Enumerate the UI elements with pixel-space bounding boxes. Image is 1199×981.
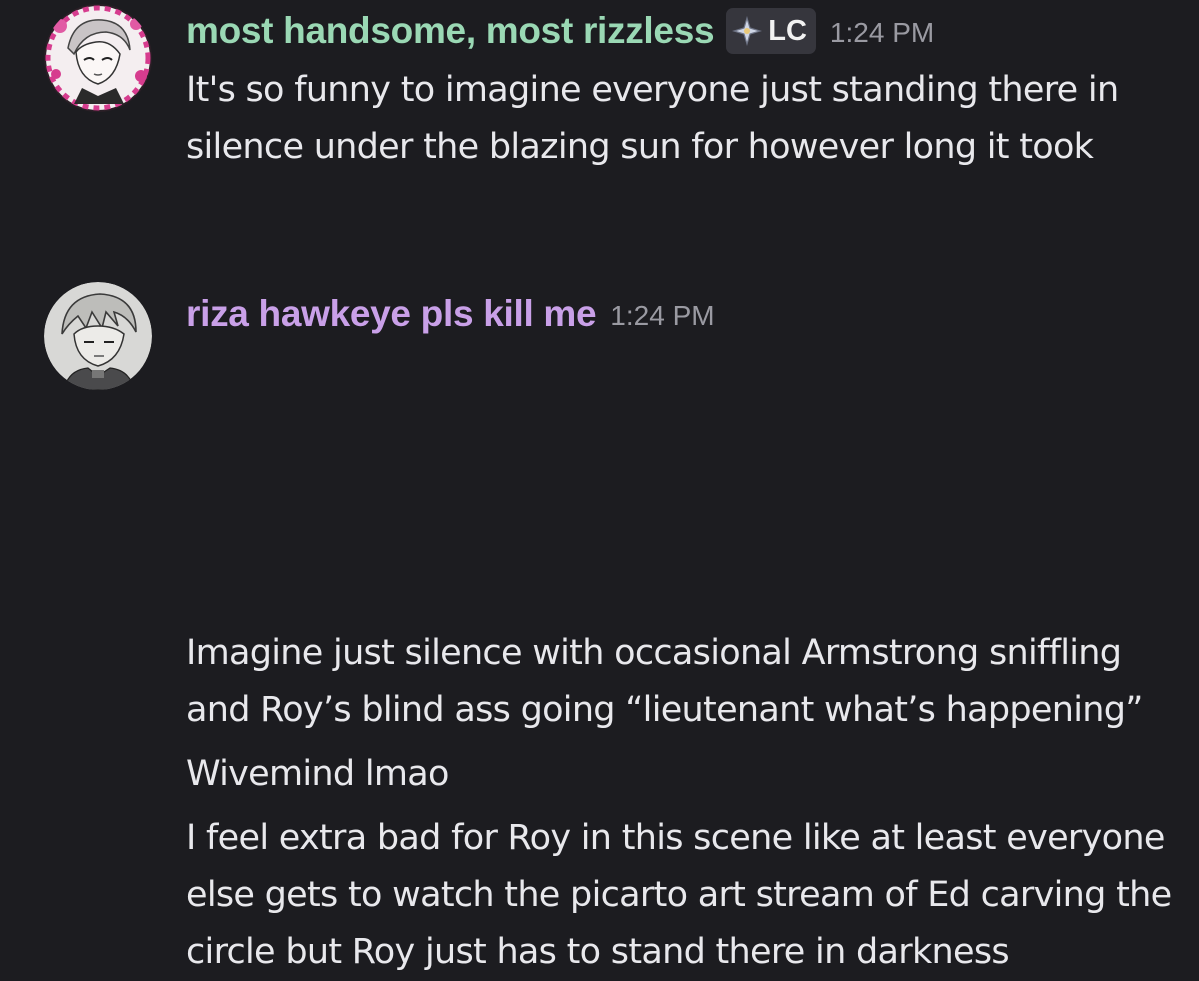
avatar-icon: [44, 4, 152, 112]
badge-label: LC: [768, 14, 807, 47]
message-text[interactable]: I feel extra bad for Roy in this scene l…: [186, 810, 1176, 981]
avatar[interactable]: [44, 4, 152, 112]
message-header: riza hawkeye pls kill me 1:24 PM: [186, 292, 715, 336]
message-text[interactable]: Wivemind lmao: [186, 746, 1176, 803]
username[interactable]: riza hawkeye pls kill me: [186, 292, 597, 336]
message-list: It's so funny to imagine everyone just s…: [186, 62, 1176, 176]
sparkle-icon: [732, 16, 763, 46]
username[interactable]: most handsome, most rizzless: [186, 9, 715, 53]
timestamp[interactable]: 1:24 PM: [830, 17, 934, 49]
message-text[interactable]: Imagine just silence with occasional Arm…: [186, 625, 1176, 739]
message-list: Imagine just silence with occasional Arm…: [186, 625, 1176, 981]
message-text[interactable]: It's so funny to imagine everyone just s…: [186, 62, 1176, 176]
guild-tag-badge[interactable]: LC: [726, 8, 816, 54]
avatar-icon: [44, 282, 152, 390]
timestamp[interactable]: 1:24 PM: [610, 300, 714, 332]
message-header: most handsome, most rizzless LC 1:24 PM: [186, 8, 934, 54]
chat-log: most handsome, most rizzless LC 1:24 PM …: [0, 0, 1199, 972]
avatar[interactable]: [44, 282, 152, 390]
